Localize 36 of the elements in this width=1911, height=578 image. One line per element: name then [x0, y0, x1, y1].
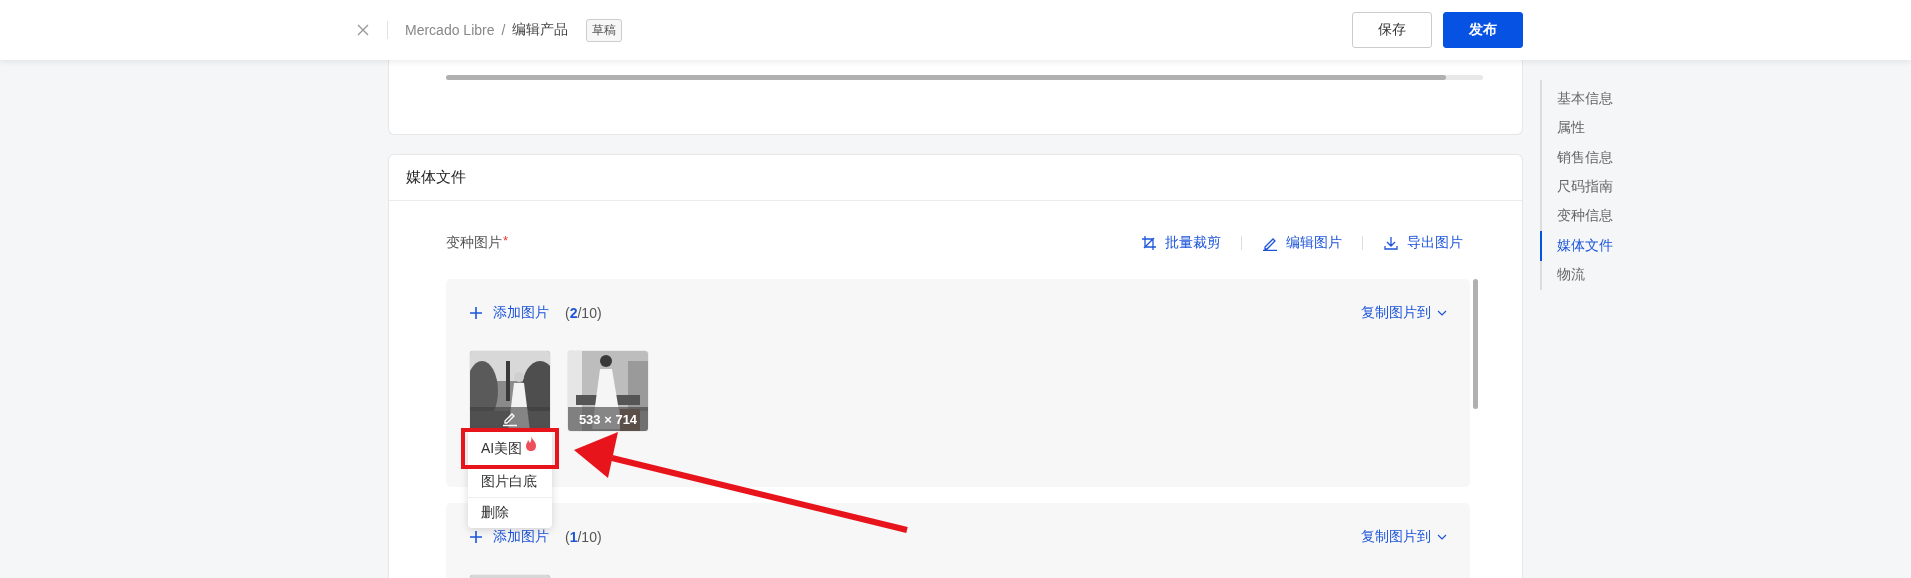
nav-item[interactable]: 变种信息: [1540, 201, 1619, 232]
copy-images-dropdown[interactable]: 复制图片到: [1361, 304, 1448, 322]
menu-item[interactable]: 删除: [468, 497, 552, 528]
nav-item[interactable]: 物流: [1540, 260, 1619, 290]
section-title: 媒体文件: [389, 155, 1522, 201]
breadcrumb-separator: /: [501, 22, 506, 38]
image-count: (1/10): [565, 529, 602, 545]
publish-button[interactable]: 发布: [1443, 12, 1523, 48]
image-count: (2/10): [565, 305, 602, 321]
plus-icon: [469, 530, 483, 544]
menu-item[interactable]: AI美图: [464, 431, 556, 466]
status-badge: 草稿: [586, 18, 623, 42]
nav-item[interactable]: 媒体文件: [1540, 231, 1619, 261]
image-size-label: 533 × 714: [578, 411, 638, 427]
scrollbar-thumb[interactable]: [1473, 279, 1478, 409]
required-mark: *: [503, 233, 509, 248]
nav-item[interactable]: 销售信息: [1540, 142, 1619, 173]
download-icon: [1383, 235, 1399, 251]
field-label: 变种图片: [446, 234, 502, 252]
nav-item[interactable]: 基本信息: [1540, 84, 1619, 114]
toolbar-button[interactable]: 导出图片: [1383, 234, 1463, 252]
pencil-icon: [502, 411, 518, 427]
close-button[interactable]: [355, 22, 371, 38]
toolbar-button[interactable]: 批量裁剪: [1141, 234, 1221, 252]
nav-item[interactable]: 属性: [1540, 113, 1619, 143]
add-image-button[interactable]: 添加图片: [469, 304, 549, 322]
add-image-button[interactable]: 添加图片: [469, 528, 549, 546]
plus-icon: [469, 306, 483, 320]
breadcrumb-item: 编辑产品: [512, 21, 569, 39]
menu-item[interactable]: 图片白底: [468, 466, 552, 497]
crop-icon: [1141, 235, 1157, 251]
breadcrumb-item[interactable]: Mercado Libre: [405, 22, 495, 38]
save-button[interactable]: 保存: [1352, 12, 1432, 48]
toolbar-button[interactable]: 编辑图片: [1262, 234, 1342, 252]
copy-images-dropdown[interactable]: 复制图片到: [1361, 528, 1448, 546]
nav-item[interactable]: 尺码指南: [1540, 172, 1619, 202]
